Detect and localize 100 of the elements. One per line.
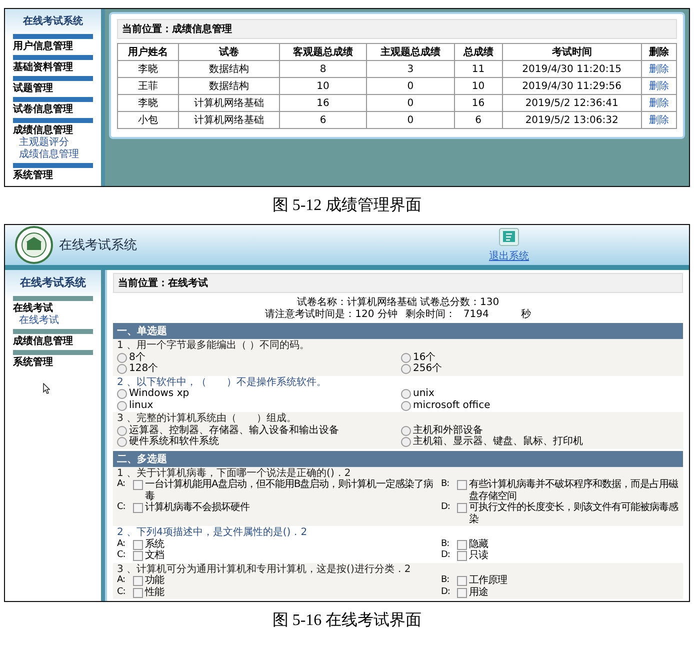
checkbox[interactable] bbox=[457, 551, 467, 561]
section-header: 一、单选题 bbox=[113, 323, 683, 339]
option-label: unix bbox=[413, 388, 434, 400]
table-cell: 王菲 bbox=[118, 78, 179, 94]
table-cell: 计算机网络基础 bbox=[178, 112, 280, 128]
radio-button[interactable] bbox=[117, 437, 127, 447]
sidebar-item[interactable]: 在线考试 bbox=[5, 303, 61, 315]
option-label: 计算机病毒不会损坏硬件 bbox=[145, 502, 250, 514]
cursor-icon bbox=[43, 383, 50, 394]
radio-button[interactable] bbox=[117, 352, 127, 362]
checkbox[interactable] bbox=[457, 588, 467, 598]
checkbox[interactable] bbox=[457, 576, 467, 586]
sidebar-item[interactable]: 成绩信息管理 bbox=[5, 125, 81, 137]
time-note: 请注意考试时间是：120 分钟 bbox=[265, 309, 398, 321]
table-cell: 2019/4/30 11:20:15 bbox=[502, 60, 642, 78]
option-letter: B: bbox=[441, 538, 450, 550]
breadcrumb: 当前位置：成绩信息管理 bbox=[117, 19, 677, 39]
radio-button[interactable] bbox=[117, 400, 127, 410]
sidebar-item[interactable]: 系统管理 bbox=[5, 170, 61, 182]
checkbox[interactable] bbox=[457, 503, 467, 513]
sidebar-item[interactable]: 用户信息管理 bbox=[5, 41, 81, 53]
checkbox[interactable] bbox=[133, 503, 143, 513]
table-cell: 10 bbox=[454, 78, 502, 94]
option-label: 一台计算机能用A盘启动，但不能用B盘启动，则计算机一定感染了病毒 bbox=[145, 479, 434, 502]
column-header: 用户姓名 bbox=[118, 44, 179, 60]
question-text: 1 、关于计算机病毒，下面哪一个说法是正确的()．2 bbox=[117, 468, 352, 478]
option-label: 系统 bbox=[145, 538, 164, 550]
figure-caption: 图 5-12 成绩管理界面 bbox=[272, 196, 422, 216]
table-cell: 计算机网络基础 bbox=[178, 94, 280, 112]
question-text: 3 、完整的计算机系统由（ ）组成。 bbox=[117, 413, 298, 424]
checkbox[interactable] bbox=[133, 480, 143, 490]
table-cell: 11 bbox=[454, 60, 502, 78]
option-label: microsoft office bbox=[413, 400, 490, 411]
column-header: 删除 bbox=[641, 44, 676, 60]
table-cell: 0 bbox=[366, 78, 454, 94]
table-cell: 10 bbox=[279, 78, 367, 94]
checkbox[interactable] bbox=[133, 588, 143, 598]
app-icon[interactable] bbox=[499, 228, 519, 246]
option-label: 文档 bbox=[145, 550, 164, 562]
option-label: Windows xp bbox=[129, 388, 190, 400]
table-cell: 数据结构 bbox=[178, 78, 280, 94]
option-letter: C: bbox=[117, 550, 126, 562]
table-cell: 6 bbox=[279, 112, 367, 128]
option-label: 硬件系统和软件系统 bbox=[129, 436, 219, 448]
remaining-label: 剩余时间： bbox=[405, 309, 456, 321]
option-label: 隐藏 bbox=[469, 538, 488, 550]
option-label: 主机箱、显示器、键盘、鼠标、打印机 bbox=[413, 436, 583, 448]
table-cell: 16 bbox=[454, 94, 502, 112]
sidebar-subitem[interactable]: 成绩信息管理 bbox=[5, 149, 93, 161]
section-header: 二、多选题 bbox=[113, 450, 683, 466]
option-letter: D: bbox=[441, 502, 451, 514]
radio-button[interactable] bbox=[401, 437, 411, 447]
table-cell: 0 bbox=[366, 94, 454, 112]
option-label: 可执行文件的长度变长，则该文件有可能被病毒感染 bbox=[469, 502, 679, 525]
sidebar-subitem[interactable]: 主观题评分 bbox=[5, 137, 83, 149]
radio-button[interactable] bbox=[401, 400, 411, 410]
radio-button[interactable] bbox=[401, 352, 411, 362]
breadcrumb: 当前位置：在线考试 bbox=[113, 273, 683, 293]
option-label: linux bbox=[129, 400, 154, 411]
radio-button[interactable] bbox=[401, 426, 411, 436]
checkbox[interactable] bbox=[457, 480, 467, 490]
column-header: 主观题总成绩 bbox=[366, 44, 454, 60]
column-header: 客观题总成绩 bbox=[279, 44, 367, 60]
radio-button[interactable] bbox=[117, 426, 127, 436]
option-label: 8个 bbox=[129, 352, 146, 363]
column-header: 试卷 bbox=[178, 44, 280, 60]
table-cell: 小包 bbox=[118, 112, 179, 128]
checkbox[interactable] bbox=[133, 576, 143, 586]
sidebar-item[interactable]: 试卷信息管理 bbox=[5, 104, 81, 116]
checkbox[interactable] bbox=[133, 540, 143, 550]
figure-caption: 图 5-16 在线考试界面 bbox=[272, 610, 422, 631]
table-cell: 2019/4/30 11:29:56 bbox=[502, 78, 642, 94]
radio-button[interactable] bbox=[401, 389, 411, 399]
option-label: 功能 bbox=[145, 575, 164, 586]
sidebar-item[interactable]: 系统管理 bbox=[5, 357, 61, 369]
table-cell: 李晓 bbox=[118, 60, 179, 78]
paper-info: 试卷名称：计算机网络基础 试卷总分数：130 bbox=[296, 297, 500, 308]
radio-button[interactable] bbox=[401, 364, 411, 374]
option-letter: A: bbox=[117, 575, 126, 586]
sidebar-subitem[interactable]: 在线考试 bbox=[5, 315, 73, 327]
option-label: 16个 bbox=[413, 352, 436, 363]
sidebar-title: 在线考试系统 bbox=[23, 14, 83, 28]
checkbox[interactable] bbox=[457, 540, 467, 550]
option-letter: D: bbox=[441, 586, 451, 598]
sidebar-item[interactable]: 基础资料管理 bbox=[5, 62, 81, 74]
sidebar-item[interactable]: 试题管理 bbox=[5, 83, 61, 95]
option-letter: D: bbox=[441, 550, 451, 562]
option-label: 工作原理 bbox=[469, 575, 507, 586]
radio-button[interactable] bbox=[117, 389, 127, 399]
radio-button[interactable] bbox=[117, 364, 127, 374]
option-letter: B: bbox=[441, 575, 450, 586]
question-text: 2 、下列4项描述中，是文件属性的是()．2 bbox=[117, 527, 308, 538]
sidebar-item[interactable]: 成绩信息管理 bbox=[5, 336, 81, 348]
checkbox[interactable] bbox=[133, 551, 143, 561]
question-text: 2 、以下软件中，（ ）不是操作系统软件。 bbox=[117, 376, 328, 388]
option-letter: C: bbox=[117, 586, 126, 598]
table-cell: 6 bbox=[454, 112, 502, 128]
table-cell: 3 bbox=[366, 60, 454, 78]
logout-link[interactable]: 退出系统 bbox=[489, 248, 529, 262]
remaining-time: 7194 bbox=[463, 309, 489, 321]
